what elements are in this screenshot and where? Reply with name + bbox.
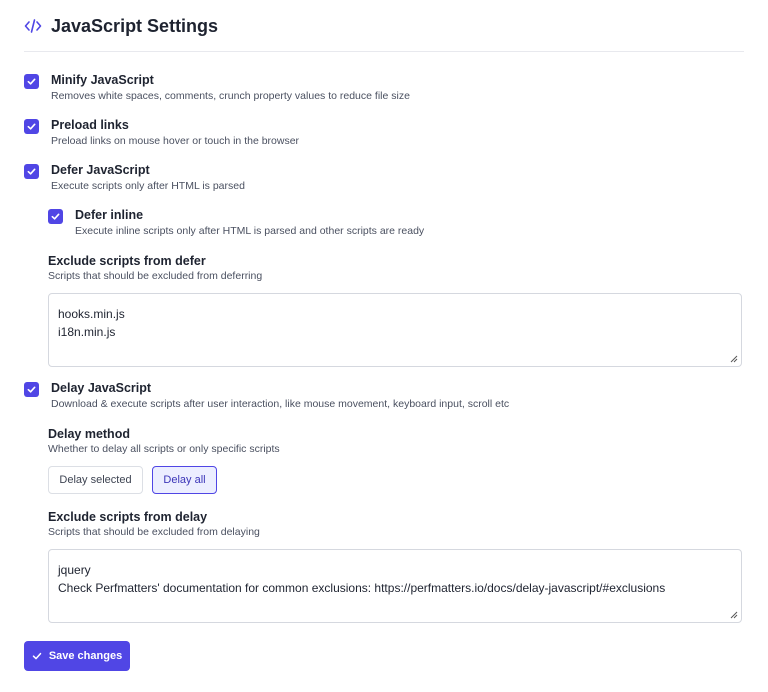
defer-inline-description: Execute inline scripts only after HTML i… (75, 225, 425, 237)
minify-javascript-checkbox[interactable] (24, 74, 39, 89)
textarea-line: hooks.min.js (58, 307, 125, 321)
exclude-defer-description: Scripts that should be excluded from def… (48, 270, 263, 282)
header-divider (24, 51, 744, 52)
preload-links-description: Preload links on mouse hover or touch in… (51, 135, 300, 147)
page-title: JavaScript Settings (51, 15, 219, 36)
textarea-line: i18n.min.js (58, 325, 116, 339)
check-icon (27, 386, 36, 393)
check-icon (32, 652, 42, 660)
save-changes-button[interactable]: Save changes (24, 641, 130, 671)
exclude-defer-textarea[interactable]: hooks.min.js i18n.min.js (48, 293, 742, 367)
delay-selected-button[interactable]: Delay selected (48, 466, 143, 494)
exclude-delay-description: Scripts that should be excluded from del… (48, 526, 260, 538)
resize-handle-icon[interactable] (730, 611, 738, 619)
minify-javascript-description: Removes white spaces, comments, crunch p… (51, 90, 410, 102)
delay-method-label: Delay method (48, 427, 130, 441)
defer-javascript-label: Defer JavaScript (51, 163, 150, 177)
code-icon (24, 17, 42, 35)
exclude-delay-label: Exclude scripts from delay (48, 510, 208, 524)
preload-links-checkbox[interactable] (24, 119, 39, 134)
check-icon (27, 123, 36, 130)
resize-handle-icon[interactable] (730, 355, 738, 363)
defer-javascript-description: Execute scripts only after HTML is parse… (51, 180, 245, 192)
minify-javascript-label: Minify JavaScript (51, 73, 154, 87)
check-icon (27, 168, 36, 175)
textarea-line: jquery (58, 563, 91, 577)
save-changes-label: Save changes (48, 650, 123, 662)
delay-method-description: Whether to delay all scripts or only spe… (48, 443, 280, 455)
exclude-delay-textarea[interactable]: jquery Check Perfmatters' documentation … (48, 549, 742, 623)
check-icon (51, 213, 60, 220)
delay-all-button[interactable]: Delay all (152, 466, 217, 494)
defer-javascript-checkbox[interactable] (24, 164, 39, 179)
check-icon (27, 78, 36, 85)
delay-javascript-checkbox[interactable] (24, 382, 39, 397)
exclude-defer-label: Exclude scripts from defer (48, 254, 206, 268)
delay-javascript-label: Delay JavaScript (51, 381, 152, 395)
textarea-line: Check Perfmatters' documentation for com… (58, 581, 666, 595)
defer-inline-label: Defer inline (75, 208, 144, 222)
page-header: JavaScript Settings (24, 14, 218, 38)
delay-javascript-description: Download & execute scripts after user in… (51, 398, 510, 410)
preload-links-label: Preload links (51, 118, 129, 132)
defer-inline-checkbox[interactable] (48, 209, 63, 224)
